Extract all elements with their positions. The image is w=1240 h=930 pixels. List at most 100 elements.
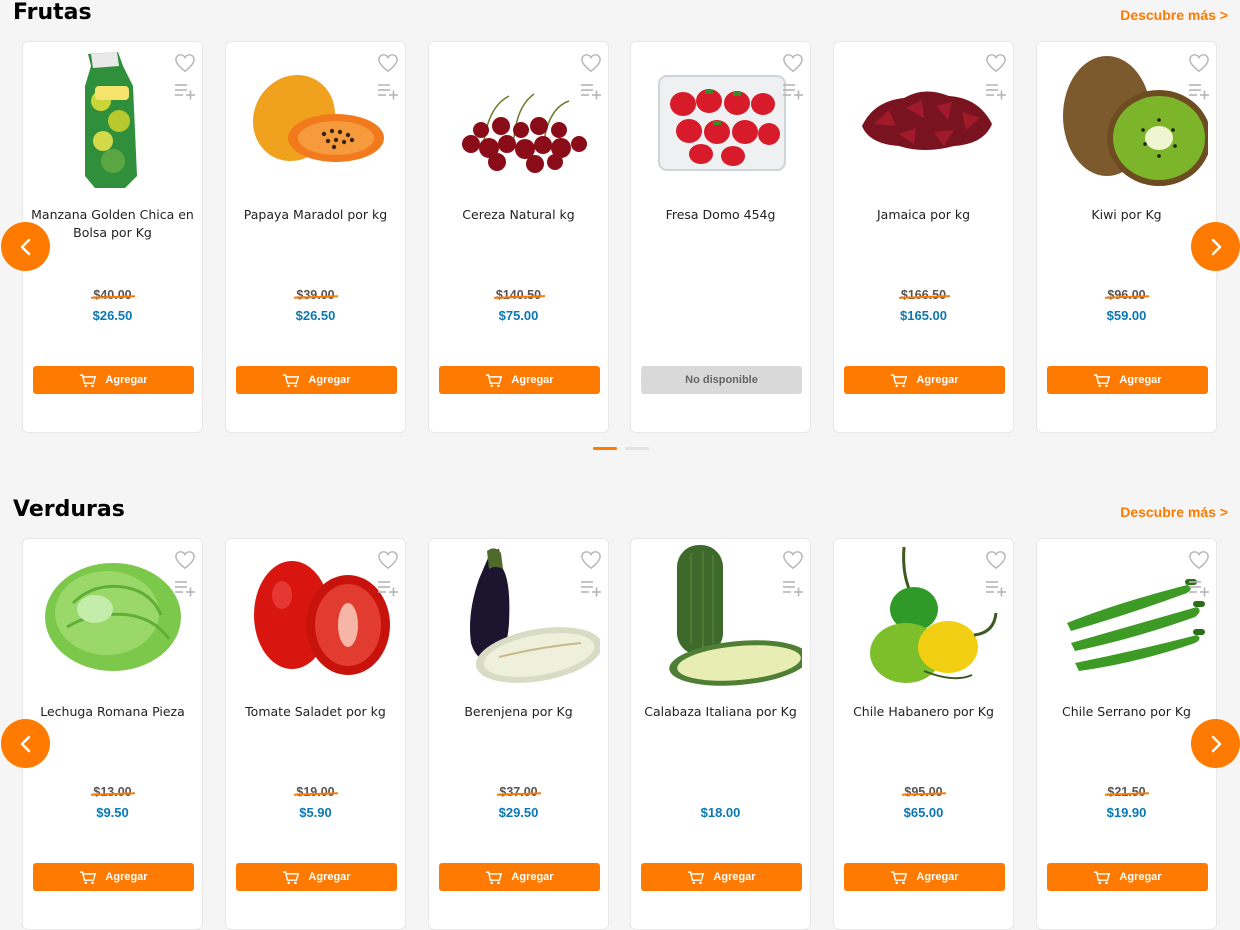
chevron-left-icon: [20, 735, 30, 752]
old-price: $39.00: [296, 288, 335, 302]
add-to-cart-button[interactable]: Agregar: [1047, 863, 1208, 891]
hibiscus-image: [862, 91, 992, 150]
add-to-cart-button[interactable]: Agregar: [236, 863, 397, 891]
discover-more-link[interactable]: Descubre más >: [1120, 504, 1228, 520]
serrano-image: [1067, 579, 1205, 671]
add-to-list-icon[interactable]: [377, 579, 399, 597]
heart-icon[interactable]: [985, 550, 1007, 570]
add-to-cart-button[interactable]: Agregar: [844, 863, 1005, 891]
heart-icon[interactable]: [782, 53, 804, 73]
product-name: Berenjena por Kg: [464, 704, 573, 719]
heart-icon[interactable]: [782, 550, 804, 570]
product-name: Fresa Domo 454g: [665, 207, 776, 222]
product-card[interactable]: Lechuga Romana Pieza $13.00 $9.50 Agrega…: [22, 538, 203, 930]
cart-icon: [688, 870, 705, 884]
product-name: Calabaza Italiana por Kg: [644, 704, 797, 719]
heart-icon[interactable]: [985, 53, 1007, 73]
kiwi-image: [1063, 56, 1208, 186]
carousel-next-button[interactable]: [1191, 719, 1240, 768]
heart-icon[interactable]: [1188, 550, 1210, 570]
current-price: $165.00: [900, 308, 947, 323]
carousel-prev-button[interactable]: [1, 719, 50, 768]
habanero-image: [870, 546, 998, 683]
carousel-prev-button[interactable]: [1, 222, 50, 271]
lettuce-image: [45, 563, 181, 671]
chevron-left-icon: [20, 238, 30, 255]
add-to-list-icon[interactable]: [580, 579, 602, 597]
heart-icon[interactable]: [174, 53, 196, 73]
product-card[interactable]: Chile Habanero por Kg $95.00 $65.00 Agre…: [833, 538, 1014, 930]
unavailable-button[interactable]: No disponible: [641, 366, 802, 394]
cart-icon: [486, 373, 503, 387]
heart-icon[interactable]: [174, 550, 196, 570]
heart-icon[interactable]: [580, 53, 602, 73]
product-card[interactable]: Berenjena por Kg $37.00 $29.50 Agregar: [428, 538, 609, 930]
section-frutas: Frutas Descubre más > Manzana Golden Chi…: [0, 0, 1240, 460]
add-to-list-icon[interactable]: [1188, 579, 1210, 597]
heart-icon[interactable]: [377, 550, 399, 570]
cart-icon: [283, 373, 300, 387]
chevron-right-icon: [1211, 735, 1221, 752]
old-price: $166.50: [900, 288, 947, 302]
carousel-next-button[interactable]: [1191, 222, 1240, 271]
old-price: $140.50: [495, 288, 542, 302]
eggplant-image: [470, 548, 600, 683]
add-to-list-icon[interactable]: [782, 579, 804, 597]
product-name: Manzana Golden Chica en Bolsa por Kg: [31, 207, 194, 240]
product-card[interactable]: Kiwi por Kg $96.00 $59.00 Agregar: [1036, 41, 1217, 433]
cart-icon: [486, 870, 503, 884]
heart-icon[interactable]: [377, 53, 399, 73]
product-name: Kiwi por Kg: [1091, 207, 1162, 222]
cherries-image: [462, 93, 587, 173]
add-to-cart-button[interactable]: Agregar: [33, 863, 194, 891]
heart-icon[interactable]: [580, 550, 602, 570]
add-to-list-icon[interactable]: [174, 579, 196, 597]
product-card[interactable]: Papaya Maradol por kg $39.00 $26.50 Agre…: [225, 41, 406, 433]
product-card[interactable]: Cereza Natural kg $140.50 $75.00 Agregar: [428, 41, 609, 433]
add-to-list-icon[interactable]: [1188, 82, 1210, 100]
product-card[interactable]: Chile Serrano por Kg $21.50 $19.90 Agreg…: [1036, 538, 1217, 930]
product-card[interactable]: Tomate Saladet por kg $19.00 $5.90 Agreg…: [225, 538, 406, 930]
product-name: Lechuga Romana Pieza: [40, 704, 185, 719]
add-to-list-icon[interactable]: [985, 579, 1007, 597]
current-price: $5.90: [299, 805, 332, 820]
old-price: $19.00: [296, 785, 335, 799]
product-card[interactable]: Manzana Golden Chica en Bolsa por Kg $40…: [22, 41, 203, 433]
cart-icon: [891, 373, 908, 387]
product-name: Chile Serrano por Kg: [1062, 704, 1191, 719]
cart-icon: [283, 870, 300, 884]
cart-icon: [80, 870, 97, 884]
current-price: $26.50: [92, 308, 133, 323]
add-to-cart-button[interactable]: Agregar: [1047, 366, 1208, 394]
old-price: $13.00: [93, 785, 132, 799]
add-to-cart-button[interactable]: Agregar: [236, 366, 397, 394]
add-to-cart-button[interactable]: Agregar: [439, 366, 600, 394]
product-name: Chile Habanero por Kg: [853, 704, 994, 719]
add-to-list-icon[interactable]: [377, 82, 399, 100]
pagination-dot-1[interactable]: [593, 447, 617, 450]
strawberries-image: [658, 75, 786, 171]
add-to-cart-button[interactable]: Agregar: [641, 863, 802, 891]
add-to-cart-button[interactable]: Agregar: [439, 863, 600, 891]
papaya-image: [252, 74, 384, 162]
product-name: Papaya Maradol por kg: [243, 207, 388, 222]
add-to-list-icon[interactable]: [580, 82, 602, 100]
add-to-cart-button[interactable]: Agregar: [844, 366, 1005, 394]
cart-icon: [1094, 870, 1111, 884]
product-card[interactable]: Fresa Domo 454g No disponible: [630, 41, 811, 433]
add-to-list-icon[interactable]: [985, 82, 1007, 100]
cart-icon: [1094, 373, 1111, 387]
product-card[interactable]: Calabaza Italiana por Kg $18.00 Agregar: [630, 538, 811, 930]
pagination-dot-2[interactable]: [625, 447, 649, 450]
old-price: $37.00: [499, 785, 538, 799]
add-to-list-icon[interactable]: [174, 82, 196, 100]
discover-more-link[interactable]: Descubre más >: [1120, 7, 1228, 23]
carousel-pagination: [593, 447, 649, 450]
heart-icon[interactable]: [1188, 53, 1210, 73]
add-to-cart-button[interactable]: Agregar: [33, 366, 194, 394]
add-to-list-icon[interactable]: [782, 82, 804, 100]
current-price: $19.90: [1106, 805, 1147, 820]
section-title: Frutas: [13, 0, 92, 25]
product-name: Cereza Natural kg: [462, 207, 575, 222]
product-card[interactable]: Jamaica por kg $166.50 $165.00 Agregar: [833, 41, 1014, 433]
